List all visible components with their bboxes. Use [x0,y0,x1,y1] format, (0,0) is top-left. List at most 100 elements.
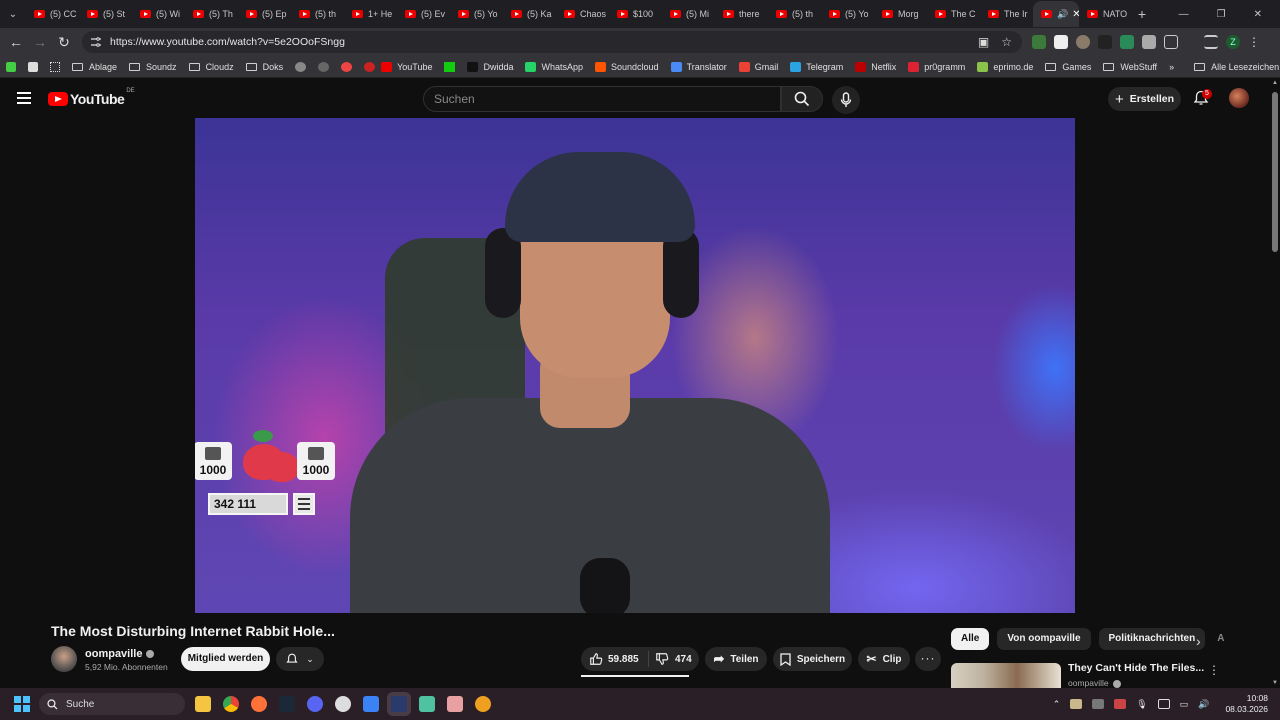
firefox-icon[interactable] [251,696,267,712]
bookmark-dwidda[interactable]: Dwidda [467,61,513,72]
puzzle-icon[interactable] [1164,35,1178,49]
extension-icon[interactable] [1076,35,1090,49]
tab[interactable]: (5) Yo [450,1,503,27]
apps-icon[interactable] [6,61,16,72]
clock[interactable]: 10:08 08.03.2026 [1225,693,1268,715]
recommendation-menu-icon[interactable]: ⋮ [1208,663,1220,677]
bookmark-doks[interactable]: Doks [245,62,283,72]
tab[interactable]: (5) th [768,1,821,27]
like-button[interactable]: 59.885 [581,651,649,667]
tray-app-icon[interactable] [1114,699,1127,709]
bookmark-soundcloud[interactable]: Soundcloud [595,61,659,72]
obs-icon[interactable] [335,696,351,712]
tab-search-chevron-icon[interactable]: ⌄ [0,0,26,28]
scrollbar-thumb[interactable] [1272,92,1278,252]
channel-avatar[interactable] [51,646,77,672]
tab-list-icon[interactable] [1204,35,1218,49]
extension-icon[interactable] [1142,35,1156,49]
site-info-icon[interactable] [90,37,102,47]
bookmark-soundz[interactable]: Soundz [129,62,177,72]
forward-icon[interactable]: → [28,30,52,54]
channel-name[interactable]: oompaville [85,648,155,660]
audio-app-icon[interactable] [387,692,411,716]
tray-chevron-icon[interactable]: ⌃ [1053,699,1061,710]
bookmark-gmail[interactable]: Gmail [738,61,778,72]
reload-icon[interactable]: ↻ [52,30,76,54]
tab[interactable]: (5) CC [26,1,79,27]
minimize-icon[interactable]: — [1179,9,1189,20]
close-window-icon[interactable]: ✕ [1254,9,1262,20]
share-button[interactable]: ➦ Teilen [705,647,767,671]
bookmark-star-icon[interactable]: ☆ [1001,35,1012,49]
bookmark-netflix[interactable]: Netflix [855,61,896,72]
create-button[interactable]: + Erstellen [1108,87,1181,111]
bookmark-webstuff[interactable]: WebStuff [1103,62,1157,72]
clip-button[interactable]: ✂ Clip [858,647,910,671]
recommendation-thumbnail[interactable] [951,663,1061,688]
tab[interactable]: (5) Wi [132,1,185,27]
bookmark-whatsapp[interactable]: WhatsApp [525,61,583,72]
bookmark-icon-only[interactable] [318,61,330,72]
more-bookmarks-icon[interactable]: » [1169,62,1174,72]
video-player[interactable]: 1000 1000 342 111 [195,118,1075,613]
account-avatar[interactable] [1229,88,1249,108]
tab[interactable]: The Ir [980,1,1033,27]
extension-icon[interactable] [1098,35,1112,49]
search-button[interactable] [781,86,823,112]
tab[interactable]: 1+ He [344,1,397,27]
bookmark-icon-only[interactable] [444,61,456,72]
search-input[interactable]: Suchen [423,86,781,112]
extension-icon[interactable] [1120,35,1134,49]
join-button[interactable]: Mitglied werden [181,647,270,671]
tab[interactable]: (5) St [79,1,132,27]
tab-nato[interactable]: NATO [1079,1,1131,27]
recommendation-channel[interactable]: oompaville [1068,678,1121,688]
bookmark-games[interactable]: Games [1045,62,1091,72]
discord-icon[interactable] [307,696,323,712]
microphone-tray-icon[interactable]: 🎙 [1136,699,1147,710]
tab[interactable]: (5) Mi [662,1,715,27]
profile-icon[interactable]: Z [1226,35,1240,49]
tab[interactable]: (5) Th [185,1,238,27]
bookmark-icon-only[interactable] [295,61,307,72]
bookmark-youtube[interactable]: YouTube [381,61,432,72]
all-bookmarks[interactable]: Alle Lesezeichen [1194,62,1279,72]
tab[interactable]: (5) Ka [503,1,556,27]
tab[interactable]: $100 [609,1,662,27]
chip-politiknachrichten[interactable]: Politiknachrichten [1098,628,1206,650]
menu-hamburger-icon[interactable] [17,92,31,104]
file-explorer-icon[interactable] [195,696,211,712]
volume-icon[interactable]: 🔊 [1198,699,1209,710]
chip-alle[interactable]: Alle [951,628,990,650]
extension-icon[interactable] [1054,35,1068,49]
page-scrollbar[interactable]: ▲ ▼ [1270,78,1280,688]
tab-active[interactable]: 🔊 ✕ [1033,1,1079,27]
save-button[interactable]: Speichern [773,647,852,671]
tray-app-icon[interactable] [1157,699,1170,709]
dislike-button[interactable]: 474 [649,652,692,666]
tab[interactable]: Chaos [556,1,609,27]
windows-start-icon[interactable] [14,696,30,712]
browser-menu-icon[interactable]: ⋮ [1248,35,1260,49]
audio-icon[interactable]: 🔊 [1057,9,1068,20]
back-icon[interactable]: ← [4,30,28,54]
tab[interactable]: (5) Ev [397,1,450,27]
paint-icon[interactable] [447,696,463,712]
chrome-icon[interactable] [223,696,239,712]
chevron-right-icon[interactable]: › [1196,633,1201,649]
notepad-icon[interactable] [419,696,435,712]
tray-app-icon[interactable] [1070,699,1083,709]
tab[interactable]: (5) th [291,1,344,27]
chip-a[interactable]: A [1213,628,1228,650]
page-icon[interactable] [28,61,38,72]
address-bar[interactable]: https://www.youtube.com/watch?v=5e2OOoFS… [82,31,1022,53]
tab[interactable]: Morg [874,1,927,27]
cast-icon[interactable]: ▣ [978,35,989,49]
close-tab-icon[interactable]: ✕ [1072,9,1079,20]
app-icon[interactable] [363,696,379,712]
bookmark-eprimo-de[interactable]: eprimo.de [977,61,1033,72]
steam-icon[interactable] [279,696,295,712]
tab[interactable]: (5) Ep [238,1,291,27]
network-icon[interactable]: ▭ [1180,699,1189,710]
bookmark-pr0gramm[interactable]: pr0gramm [908,61,965,72]
